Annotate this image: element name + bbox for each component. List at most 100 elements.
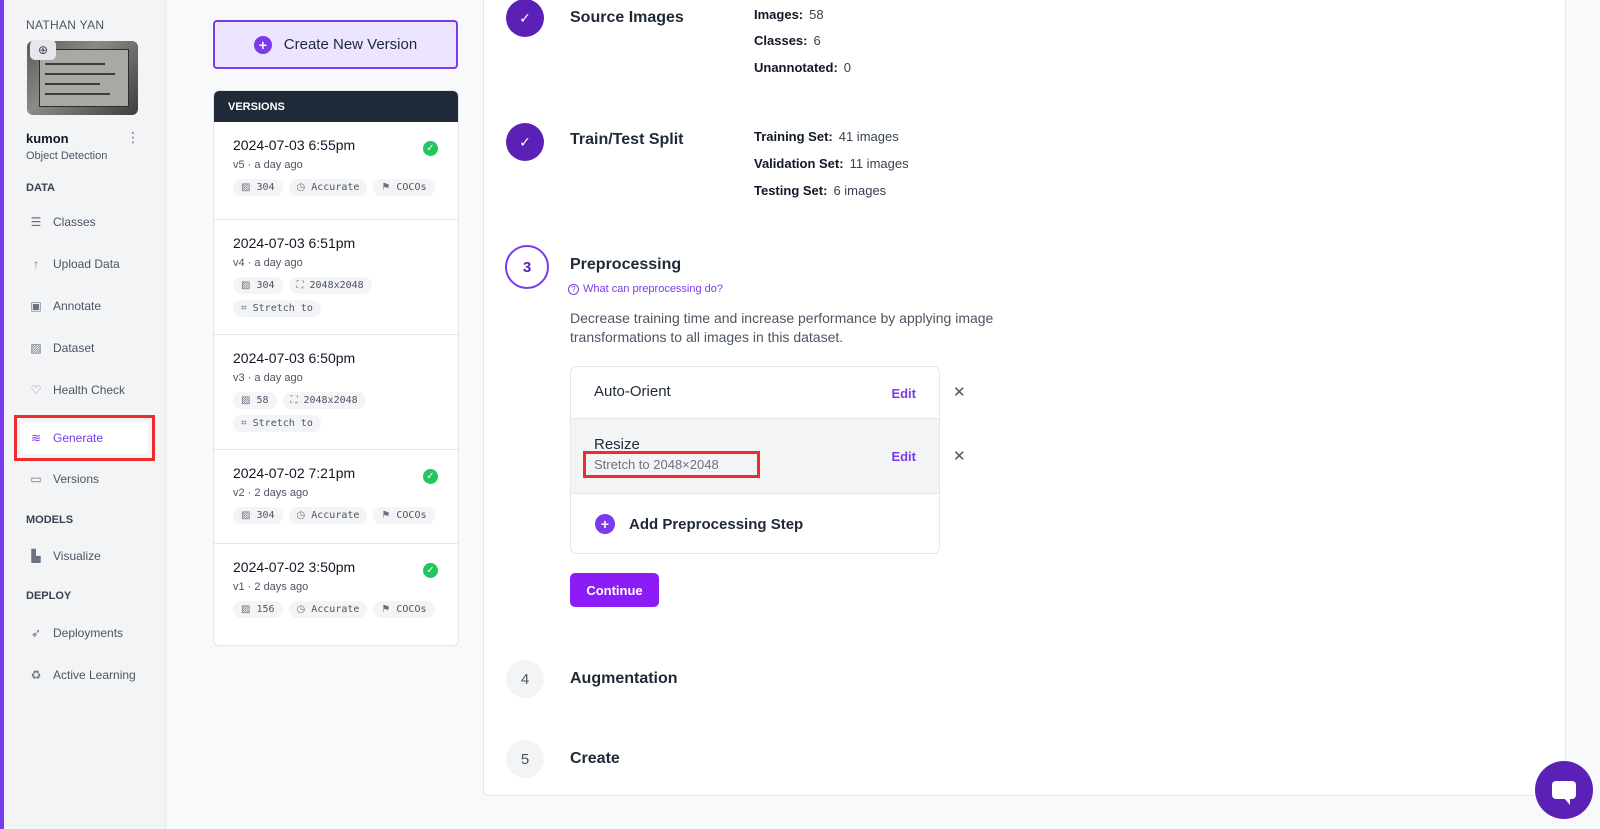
timer-icon: ◷ <box>296 510 306 521</box>
version-date: 2024-07-03 6:50pm <box>233 350 356 366</box>
tag-checkpoint: ⚑ COCOs <box>373 507 435 524</box>
kv-value: 58 <box>809 7 824 22</box>
resize-icon: ⛶ <box>290 395 298 406</box>
kv-value: 11 images <box>849 156 909 171</box>
sidebar-item-dataset[interactable]: ▨ Dataset <box>20 332 148 364</box>
add-preprocessing-step-button[interactable]: + Add Preprocessing Step <box>595 514 803 534</box>
kebab-menu-icon[interactable]: ⋮ <box>126 129 140 146</box>
kv-label: Images: <box>754 7 804 22</box>
check-icon: ✓ <box>423 563 438 578</box>
flag-icon: ⚑ <box>381 510 391 521</box>
heart-icon: ♡ <box>30 383 42 397</box>
sidebar-item-visualize[interactable]: ▙ Visualize <box>20 540 148 572</box>
thumbnail-line <box>45 83 100 85</box>
kv-label: Classes: <box>754 33 808 48</box>
chat-bubble-icon <box>1552 781 1576 805</box>
chat-support-button[interactable] <box>1535 761 1593 819</box>
validation-set-count: Validation Set: 11 images <box>754 156 909 171</box>
thumbnail-line <box>45 63 105 65</box>
kv-label: Training Set: <box>754 129 833 144</box>
annotate-icon: ▣ <box>30 299 42 313</box>
edit-auto-orient-button[interactable]: Edit <box>891 386 916 401</box>
sidebar-item-label: Visualize <box>53 549 101 563</box>
sidebar-item-active-learning[interactable]: ♻ Active Learning <box>20 659 148 691</box>
crop-icon: ⌗ <box>241 418 247 429</box>
kv-value: 0 <box>843 60 852 75</box>
sidebar-item-annotate[interactable]: ▣ Annotate <box>20 290 148 322</box>
tag-label: COCOs <box>396 510 427 521</box>
tag-label: Accurate <box>311 604 360 615</box>
version-item-v2[interactable]: 2024-07-02 7:21pm v2 · 2 days ago ✓ ▨ 304… <box>214 450 458 544</box>
tag-resize: ⛶ 2048x2048 <box>288 277 372 294</box>
create-button-label: Create New Version <box>283 36 418 53</box>
step-3-number: 3 <box>505 245 549 289</box>
sidebar-item-health-check[interactable]: ♡ Health Check <box>20 374 148 406</box>
kv-value: 6 <box>813 33 821 48</box>
step-create-title[interactable]: Create <box>570 750 620 768</box>
sidebar-item-label: Dataset <box>53 341 95 355</box>
tag-label: Accurate <box>311 510 360 521</box>
tag-label: 304 <box>256 182 275 193</box>
remove-auto-orient-close-icon[interactable]: ✕ <box>953 383 966 401</box>
tag-checkpoint: ⚑ COCOs <box>373 601 435 618</box>
version-item-v5[interactable]: 2024-07-03 6:55pm v5 · a day ago ✓ ▨ 304 … <box>214 122 458 220</box>
preprocessing-help-link[interactable]: ? What can preprocessing do? <box>568 283 723 295</box>
versions-panel: VERSIONS 2024-07-03 6:55pm v5 · a day ag… <box>213 90 459 646</box>
training-set-count: Training Set: 41 images <box>754 129 899 144</box>
tag-label: 304 <box>256 280 275 291</box>
sidebar-item-classes[interactable]: ☰ Classes <box>20 206 148 238</box>
tag-label: Stretch to <box>252 303 313 314</box>
create-new-version-button[interactable]: + Create New Version <box>213 20 458 69</box>
sidebar-item-deployments[interactable]: ➶ Deployments <box>20 617 148 649</box>
source-images-count: Images: 58 <box>754 7 824 22</box>
sidebar-item-label: Versions <box>53 472 100 486</box>
image-icon: ▨ <box>241 510 251 521</box>
step-preprocessing-title: Preprocessing <box>570 256 682 273</box>
image-icon: ▨ <box>241 395 251 406</box>
step-1-done-icon: ✓ <box>506 0 544 37</box>
crop-icon: ⌗ <box>241 303 247 314</box>
version-sub: v2 · 2 days ago <box>233 487 309 499</box>
edit-resize-button[interactable]: Edit <box>891 449 916 464</box>
tag-stretch: ⌗ Stretch to <box>233 300 321 317</box>
sidebar-item-label: Classes <box>53 215 96 229</box>
continue-button[interactable]: Continue <box>570 573 659 607</box>
tag-checkpoint: ⚑ COCOs <box>373 179 435 196</box>
sidebar-item-label: Health Check <box>53 383 126 397</box>
tag-stretch: ⌗ Stretch to <box>233 415 321 432</box>
image-icon: ▨ <box>241 280 251 291</box>
kv-label: Validation Set: <box>754 156 844 171</box>
recycle-icon: ♻ <box>30 668 42 682</box>
timer-icon: ◷ <box>296 604 306 615</box>
version-item-v3[interactable]: 2024-07-03 6:50pm v3 · a day ago ▨ 58 ⛶ 20… <box>214 335 458 450</box>
highlight-box <box>14 415 155 461</box>
version-date: 2024-07-03 6:51pm <box>233 235 356 251</box>
resize-icon: ⛶ <box>296 280 304 291</box>
step-4-number: 4 <box>506 660 544 698</box>
image-icon: ▨ <box>241 604 251 615</box>
kv-label: Unannotated: <box>754 60 838 75</box>
timer-icon: ◷ <box>296 182 306 193</box>
version-sub: v3 · a day ago <box>233 372 303 384</box>
sidebar-item-versions[interactable]: ▭ Versions <box>20 463 148 495</box>
version-item-v4[interactable]: 2024-07-03 6:51pm v4 · a day ago ▨ 304 ⛶ 2… <box>214 220 458 335</box>
tag-label: 2048x2048 <box>309 280 364 291</box>
tag-model: ◷ Accurate <box>288 601 368 618</box>
tag-label: Accurate <box>311 182 360 193</box>
section-data: DATA <box>26 182 55 194</box>
version-sub: v4 · a day ago <box>233 257 303 269</box>
thumbnail-line <box>45 73 115 75</box>
sidebar-item-label: Deployments <box>53 626 124 640</box>
kv-label: Testing Set: <box>754 183 828 198</box>
version-sub: v1 · 2 days ago <box>233 581 309 593</box>
preprocessing-step-auto-orient: Auto-Orient Edit <box>571 367 939 419</box>
version-item-v1[interactable]: 2024-07-02 3:50pm v1 · 2 days ago ✓ ▨ 156… <box>214 544 458 640</box>
step-augmentation-title[interactable]: Augmentation <box>570 670 678 688</box>
tag-label: 304 <box>256 510 275 521</box>
remove-resize-close-icon[interactable]: ✕ <box>953 447 966 465</box>
flag-icon: ⚑ <box>381 182 391 193</box>
sidebar-item-upload-data[interactable]: ↑ Upload Data <box>20 248 148 280</box>
version-sub: v5 · a day ago <box>233 159 303 171</box>
list-icon: ☰ <box>30 215 42 229</box>
step-name: Auto-Orient <box>594 383 671 400</box>
